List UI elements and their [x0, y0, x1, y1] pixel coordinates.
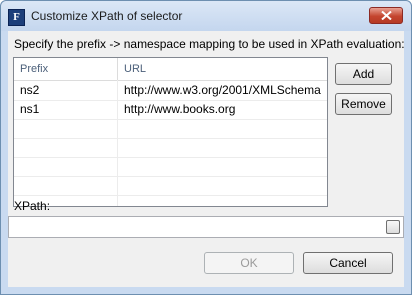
close-button[interactable] [369, 7, 403, 24]
dialog-body: Specify the prefix -> namespace mapping … [8, 31, 405, 287]
empty-row [14, 119, 327, 139]
prefix-cell[interactable]: ns2 [14, 81, 118, 100]
add-button[interactable]: Add [335, 63, 392, 85]
url-cell[interactable]: http://www.w3.org/2001/XMLSchema [118, 81, 327, 100]
instruction-text: Specify the prefix -> namespace mapping … [14, 37, 405, 51]
ok-button[interactable]: OK [204, 252, 294, 274]
xpath-edit-button[interactable] [386, 220, 400, 234]
url-cell[interactable]: http://www.books.org [118, 100, 327, 119]
cancel-button[interactable]: Cancel [303, 252, 393, 274]
table-row[interactable]: ns1 http://www.books.org [14, 100, 327, 120]
remove-button[interactable]: Remove [335, 93, 392, 115]
window-title: Customize XPath of selector [31, 9, 183, 23]
column-header-prefix[interactable]: Prefix [14, 58, 118, 80]
xpath-input[interactable] [8, 216, 404, 238]
app-icon: F [8, 9, 25, 26]
table-row[interactable]: ns2 http://www.w3.org/2001/XMLSchema [14, 81, 327, 101]
empty-row [14, 157, 327, 177]
title-bar[interactable]: F Customize XPath of selector [1, 1, 411, 31]
xpath-label: XPath: [14, 199, 51, 213]
namespace-table[interactable]: Prefix URL ns2 http://www.w3.org/2001/XM… [13, 57, 328, 207]
empty-row [14, 138, 327, 158]
prefix-cell[interactable]: ns1 [14, 100, 118, 119]
close-icon [381, 11, 392, 20]
column-header-url[interactable]: URL [118, 58, 327, 80]
dialog-window: F Customize XPath of selector Specify th… [0, 0, 412, 295]
empty-row [14, 176, 327, 196]
table-header: Prefix URL [14, 58, 327, 81]
